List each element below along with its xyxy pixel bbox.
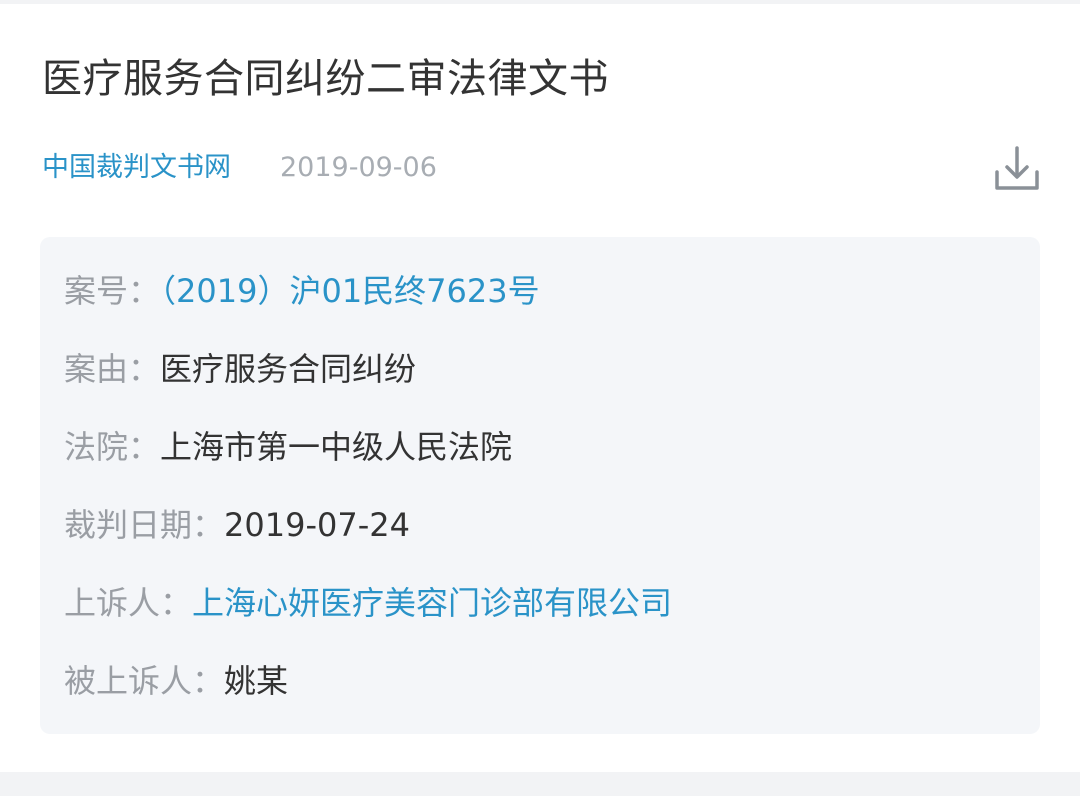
case-number-label: 案号：: [64, 272, 161, 310]
download-icon: [995, 146, 1039, 190]
case-number-link[interactable]: （2019）沪01民终7623号: [160, 272, 540, 310]
court-value: 上海市第一中级人民法院: [160, 428, 513, 466]
appellant-label: 上诉人：: [64, 584, 193, 622]
judgment-date-label: 裁判日期：: [64, 506, 225, 544]
source-link[interactable]: 中国裁判文书网: [42, 150, 231, 186]
judgment-date-row: 裁判日期：2019-07-24: [64, 504, 410, 546]
document-title: 医疗服务合同纠纷二审法律文书: [42, 56, 609, 102]
cause-row: 案由：医疗服务合同纠纷: [64, 348, 416, 390]
judgment-date-value: 2019-07-24: [224, 506, 410, 544]
court-row: 法院：上海市第一中级人民法院: [64, 426, 512, 468]
case-info-card: 案号：（2019）沪01民终7623号 案由：医疗服务合同纠纷 法院：上海市第一…: [40, 237, 1040, 734]
appellee-value: 姚某: [224, 662, 289, 700]
document-detail-page: 医疗服务合同纠纷二审法律文书 中国裁判文书网 2019-09-06 案号：（20…: [0, 0, 1080, 796]
case-number-row: 案号：（2019）沪01民终7623号: [64, 270, 540, 312]
cause-label: 案由：: [64, 350, 161, 388]
appellee-row: 被上诉人：姚某: [64, 660, 288, 702]
cause-value: 医疗服务合同纠纷: [160, 350, 417, 388]
appellee-label: 被上诉人：: [64, 662, 225, 700]
download-button[interactable]: [990, 142, 1044, 196]
appellant-row: 上诉人：上海心妍医疗美容门诊部有限公司: [64, 582, 672, 624]
bottom-divider: [0, 772, 1080, 796]
court-label: 法院：: [64, 428, 161, 466]
publish-date: 2019-09-06: [280, 152, 437, 183]
top-divider: [0, 0, 1080, 4]
appellant-link[interactable]: 上海心妍医疗美容门诊部有限公司: [192, 584, 672, 622]
